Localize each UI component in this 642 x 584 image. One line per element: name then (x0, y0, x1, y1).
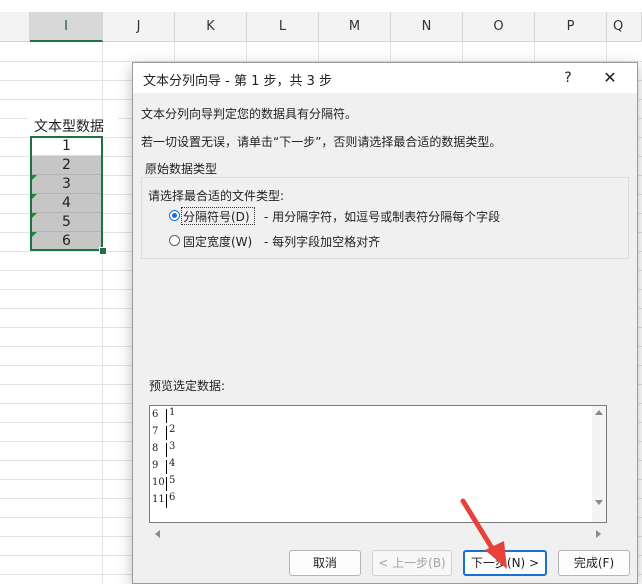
option-delimited-label[interactable]: 分隔符号(D) (183, 208, 250, 225)
finish-button[interactable]: 完成(F) (558, 550, 630, 576)
group-label: 原始数据类型 (145, 162, 218, 176)
column-header-K[interactable]: K (175, 12, 247, 42)
dialog-title: 文本分列向导 - 第 1 步，共 3 步 (143, 74, 333, 89)
option-fixed-width-label[interactable]: 固定宽度(W) (183, 233, 252, 250)
preview-row: 10 5 (150, 474, 590, 491)
preview-row: 72 (150, 423, 590, 440)
cell-I-header[interactable]: 文本型数据 (28, 118, 118, 137)
scroll-left-icon (155, 530, 160, 538)
preview-horizontal-scrollbar[interactable] (149, 525, 607, 538)
annotation-arrow-icon (460, 498, 507, 569)
column-header-blank (0, 12, 30, 42)
preview-row: 61 (150, 406, 590, 423)
column-header-P[interactable]: P (535, 12, 607, 42)
help-button[interactable]: ? (557, 67, 579, 89)
column-header-L[interactable]: L (247, 12, 319, 42)
dialog-titlebar[interactable]: 文本分列向导 - 第 1 步，共 3 步 ? ✕ (133, 63, 637, 93)
preview-row: 94 (150, 457, 590, 474)
back-button[interactable]: < 上一步(B) (372, 550, 452, 576)
column-header-J[interactable]: J (103, 12, 175, 42)
close-button[interactable]: ✕ (599, 67, 621, 89)
intro-text-2: 若一切设置无误，请单击“下一步”，否则请选择最合适的数据类型。 (141, 135, 502, 149)
data-type-group: 请选择最合适的文件类型: 分隔符号(D) - 用分隔字符，如逗号或制表符分隔每个… (141, 177, 629, 259)
radio-delimited[interactable] (169, 210, 180, 221)
column-header-I[interactable]: I (30, 12, 103, 42)
scroll-right-icon (596, 530, 601, 538)
preview-vertical-scrollbar[interactable] (592, 406, 606, 522)
column-header-O[interactable]: O (463, 12, 535, 42)
intro-text-1: 文本分列向导判定您的数据具有分隔符。 (141, 107, 358, 121)
scroll-arrows-icon (595, 410, 603, 505)
column-header-Q[interactable]: Q (607, 12, 642, 42)
column-header-N[interactable]: N (391, 12, 463, 42)
preview-label: 预览选定数据: (149, 379, 226, 393)
cancel-button[interactable]: 取消 (289, 550, 361, 576)
column-header-M[interactable]: M (319, 12, 391, 42)
text-to-columns-wizard: 文本分列向导 - 第 1 步，共 3 步 ? ✕ 文本分列向导判定您的数据具有分… (132, 62, 638, 584)
option-delimited-desc: - 用分隔字符，如逗号或制表符分隔每个字段 (264, 210, 501, 224)
selection-range (30, 136, 103, 251)
preview-row: 83 (150, 440, 590, 457)
fill-handle[interactable] (99, 247, 107, 255)
radio-fixed-width[interactable] (169, 235, 180, 246)
choose-label: 请选择最合适的文件类型: (148, 189, 285, 203)
data-preview[interactable]: 61 72 83 94 10 5 11 6 (149, 405, 607, 523)
option-fixed-width-desc: - 每列字段加空格对齐 (264, 235, 381, 249)
